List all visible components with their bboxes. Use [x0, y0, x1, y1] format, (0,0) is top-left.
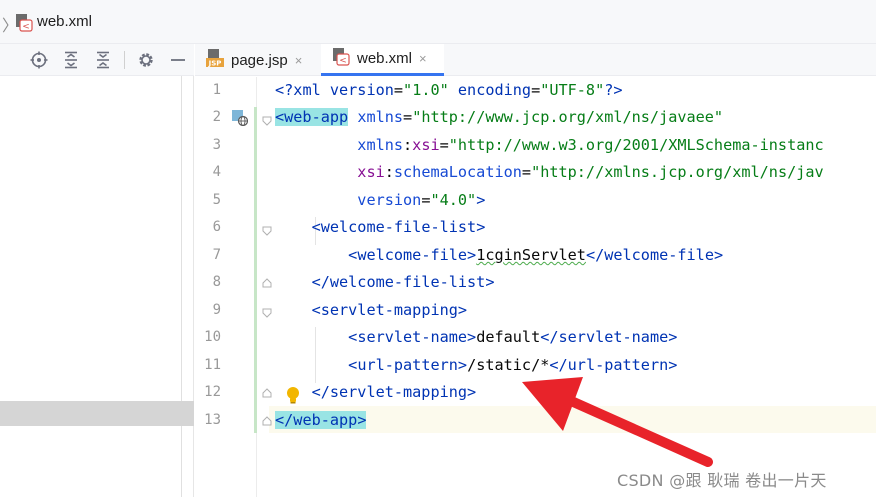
tab-label: page.jsp	[231, 51, 288, 69]
vcs-change-marker[interactable]	[254, 107, 257, 433]
svg-text:JSP: JSP	[208, 60, 222, 68]
hide-panel-icon[interactable]	[168, 50, 188, 70]
line-number: 2	[212, 109, 221, 125]
line-number: 10	[204, 329, 221, 345]
editor-gutter: 1 2 3 4 5 6 7 8 9 10 11 12 13	[195, 77, 299, 497]
line-number: 1	[212, 82, 221, 98]
code-line-5: version="4.0">	[357, 191, 486, 209]
code-line-3: xmlns:xsi="http://www.w3.org/2001/XMLSch…	[357, 136, 824, 154]
tab-page-jsp[interactable]: JSP page.jsp ×	[205, 44, 325, 76]
breadcrumb-file[interactable]: web.xml	[37, 13, 92, 30]
line-number: 8	[212, 274, 221, 290]
matched-tag-highlight: <web-app	[275, 108, 349, 126]
line-number: 12	[204, 384, 221, 400]
line-number: 4	[212, 164, 221, 180]
xml-file-icon: <	[331, 47, 351, 71]
code-line-12: </servlet-mapping>	[311, 383, 477, 401]
code-line-2: <web-app xmlns="http://www.jcp.org/xml/n…	[275, 108, 724, 126]
spellcheck-word: 1cginServlet	[476, 246, 586, 264]
editor-tab-bar: JSP page.jsp × < web.xml ×	[195, 44, 876, 76]
matched-tag-highlight: </web-app>	[275, 411, 367, 429]
collapse-all-icon[interactable]	[93, 50, 113, 70]
code-line-8: </welcome-file-list>	[311, 273, 495, 291]
tab-web-xml[interactable]: < web.xml ×	[321, 44, 444, 76]
project-toolbar	[0, 44, 194, 76]
line-number: 5	[212, 192, 221, 208]
code-editor[interactable]: 1 2 3 4 5 6 7 8 9 10 11 12 13 <?xml vers…	[195, 77, 876, 497]
code-line-13: </web-app>	[275, 407, 367, 434]
web-descriptor-icon[interactable]	[232, 110, 249, 131]
close-icon[interactable]: ×	[419, 51, 427, 66]
code-line-4: xsi:schemaLocation="http://xmlns.jcp.org…	[357, 163, 824, 181]
line-number: 7	[212, 247, 221, 263]
code-line-1: <?xml version="1.0" encoding="UTF-8"?>	[275, 81, 623, 99]
code-line-11: <url-pattern>/static/*</url-pattern>	[348, 356, 678, 374]
code-line-6: <welcome-file-list>	[311, 218, 486, 236]
line-number: 3	[212, 137, 221, 153]
svg-text:<: <	[339, 56, 347, 66]
code-line-10: <servlet-name>default</servlet-name>	[348, 328, 678, 346]
gear-icon[interactable]	[136, 50, 156, 70]
project-tree-selected-row[interactable]	[0, 401, 194, 426]
svg-text:<: <	[22, 22, 30, 32]
jsp-file-icon: JSP	[205, 48, 225, 72]
expand-all-icon[interactable]	[61, 50, 81, 70]
code-line-7: <welcome-file>1cginServlet</welcome-file…	[348, 246, 724, 264]
panel-scroll-guide	[181, 76, 182, 497]
code-line-9: <servlet-mapping>	[311, 301, 468, 319]
project-panel	[0, 44, 194, 497]
toolbar-divider	[124, 51, 125, 69]
tab-label: web.xml	[357, 50, 413, 67]
line-number: 6	[212, 219, 221, 235]
close-icon[interactable]: ×	[295, 53, 303, 68]
breadcrumb-bar: 〉 < web.xml	[0, 0, 876, 44]
locate-file-icon[interactable]	[29, 50, 49, 70]
watermark: CSDN @跟 耿瑞 卷出一片天	[617, 471, 827, 490]
line-number: 13	[204, 412, 221, 428]
line-number: 11	[204, 357, 221, 373]
line-number: 9	[212, 302, 221, 318]
xml-file-icon: <	[14, 13, 34, 38]
code-content[interactable]: <?xml version="1.0" encoding="UTF-8"?> <…	[271, 77, 876, 497]
